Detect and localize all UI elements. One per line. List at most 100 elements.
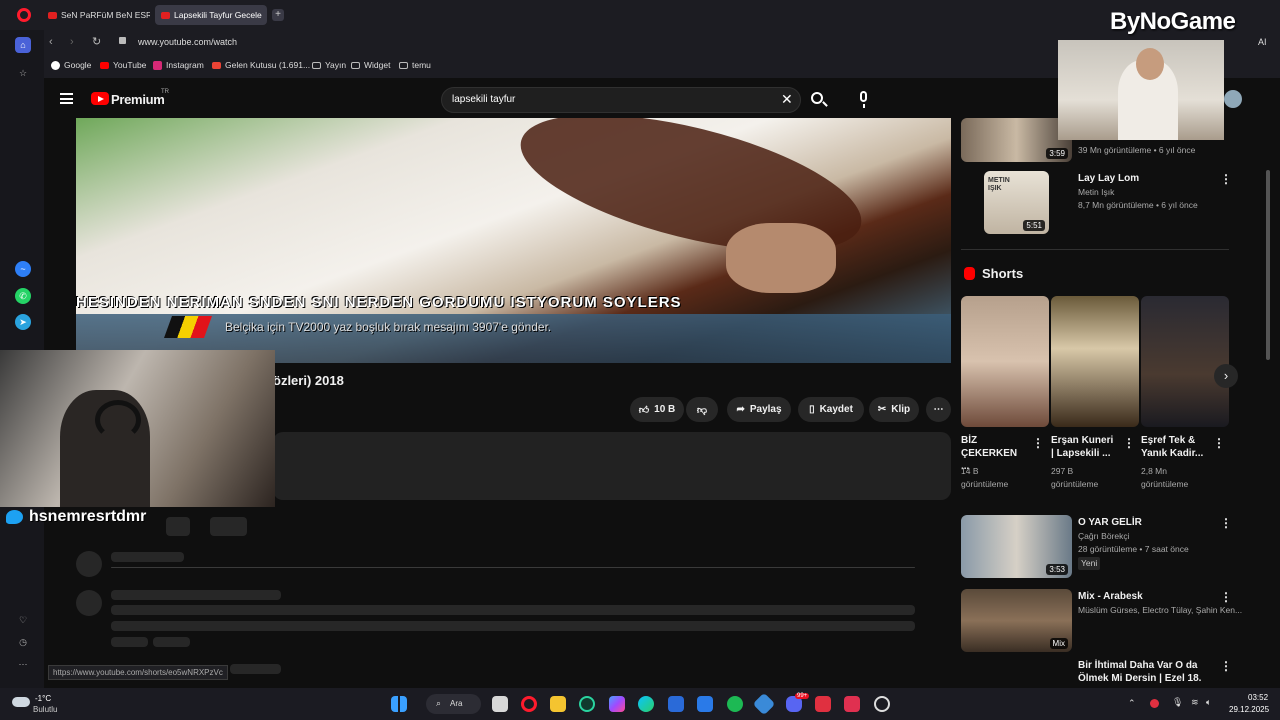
share-button[interactable]: ➦ Paylaş bbox=[727, 397, 791, 422]
home-icon[interactable]: ⌂ bbox=[15, 37, 31, 53]
star-icon[interactable]: ☆ bbox=[15, 65, 31, 81]
store-icon[interactable] bbox=[668, 696, 684, 712]
more-options-icon[interactable]: ⋮ bbox=[1220, 590, 1232, 604]
chevron-up-icon[interactable]: ⌃ bbox=[1128, 698, 1136, 709]
more-thumb-2[interactable]: Mix bbox=[961, 589, 1072, 652]
more-thumb-1[interactable]: 3:53 bbox=[961, 515, 1072, 578]
more-actions-button[interactable]: ⋯ bbox=[926, 397, 951, 422]
more-channel-1[interactable]: Çağrı Börekçi bbox=[1078, 530, 1130, 543]
short-views-1: 14 B bbox=[961, 466, 979, 476]
app-icon[interactable] bbox=[874, 696, 890, 712]
more-title-2[interactable]: Mix - Arabesk bbox=[1078, 590, 1143, 603]
tab-2-active[interactable]: Lapsekili Tayfur Gecele bbox=[155, 5, 267, 25]
clock-time[interactable]: 03:52 bbox=[1248, 693, 1268, 702]
edge-icon[interactable] bbox=[638, 696, 654, 712]
scrollbar[interactable] bbox=[1266, 170, 1270, 360]
windows-start-icon[interactable] bbox=[391, 696, 407, 712]
thumb-text: METIN IŞIK bbox=[988, 177, 1010, 192]
bookmark-widget[interactable]: Widget bbox=[351, 60, 390, 70]
short-thumb-3[interactable] bbox=[1141, 296, 1229, 427]
bookmark-temu[interactable]: temu bbox=[399, 60, 431, 70]
bookmark-youtube[interactable]: YouTube bbox=[100, 60, 146, 70]
short-title-3[interactable]: Eşref Tek & Yanık Kadir... bbox=[1141, 434, 1207, 460]
youtube-logo-icon[interactable] bbox=[91, 92, 109, 105]
more-options-icon[interactable]: ⋮ bbox=[1220, 516, 1232, 530]
opera-logo[interactable] bbox=[17, 8, 31, 22]
tab-1-label: SeN PaRFüM BeN ESRaR bbox=[61, 10, 150, 20]
youtube-icon bbox=[100, 61, 109, 69]
avatar[interactable] bbox=[1224, 90, 1242, 108]
watermark-logo: ByNoGame bbox=[1110, 8, 1236, 35]
short-thumb-1[interactable] bbox=[961, 296, 1049, 427]
ai-label[interactable]: AI bbox=[1258, 37, 1267, 47]
webcam-overlay bbox=[0, 350, 275, 507]
taskbar-search[interactable]: ⌕ Ara bbox=[426, 694, 481, 714]
app-icon[interactable] bbox=[579, 696, 595, 712]
more-options-icon[interactable]: ⋮ bbox=[1213, 436, 1225, 450]
clip-button[interactable]: ✂ Klip bbox=[869, 397, 919, 422]
wifi-icon[interactable]: ≋ bbox=[1191, 697, 1199, 708]
app-icon[interactable] bbox=[815, 696, 831, 712]
new-tab-button[interactable]: + bbox=[272, 9, 284, 21]
file-explorer-icon[interactable] bbox=[550, 696, 566, 712]
weather-desc: Bulutlu bbox=[33, 705, 58, 714]
mic-icon[interactable]: 🎙︎ bbox=[1172, 697, 1183, 708]
more-channel-2[interactable]: Müslüm Gürses, Electro Tülay, Şahin Ken.… bbox=[1078, 604, 1242, 617]
tray-icon[interactable] bbox=[1150, 699, 1159, 708]
like-button[interactable]: 👍︎ 10 B bbox=[630, 397, 684, 422]
premium-logo[interactable]: Premium bbox=[111, 92, 165, 107]
bookmark-gmail[interactable]: Gelen Kutusu (1.691... bbox=[212, 60, 310, 70]
more-title-1[interactable]: O YAR GELİR bbox=[1078, 516, 1142, 529]
tab-1[interactable]: SeN PaRFüM BeN ESRaR bbox=[42, 5, 150, 25]
forward-icon[interactable]: › bbox=[70, 36, 74, 48]
search-input[interactable]: lapsekili tayfur bbox=[452, 94, 515, 105]
shorts-next-button[interactable]: › bbox=[1214, 364, 1238, 388]
opera-icon[interactable] bbox=[521, 696, 537, 712]
more-options-icon[interactable]: ⋮ bbox=[1123, 436, 1135, 450]
volume-icon[interactable]: 🔈︎ bbox=[1206, 697, 1211, 708]
heart-icon[interactable]: ♡ bbox=[15, 612, 31, 628]
mic-icon-stand bbox=[863, 104, 865, 108]
whatsapp-icon[interactable]: ✆ bbox=[15, 288, 31, 304]
clear-icon[interactable]: ✕ bbox=[781, 91, 793, 108]
bookmark-instagram[interactable]: Instagram bbox=[153, 60, 204, 70]
mail-icon[interactable] bbox=[697, 696, 713, 712]
history-icon[interactable]: ◷ bbox=[15, 634, 31, 650]
search-box[interactable]: lapsekili tayfur ✕ bbox=[441, 87, 801, 113]
related-channel[interactable]: Metin Işık bbox=[1078, 186, 1114, 199]
skeleton-bar bbox=[111, 605, 915, 615]
more-options-icon[interactable]: ⋮ bbox=[1032, 436, 1044, 450]
back-icon[interactable]: ‹ bbox=[49, 36, 53, 48]
more-options-icon[interactable]: ⋮ bbox=[1220, 659, 1232, 673]
related-thumb-2[interactable]: METIN IŞIK 5:51 bbox=[984, 171, 1049, 234]
description-box[interactable] bbox=[273, 432, 951, 500]
save-button[interactable]: ▯ Kaydet bbox=[798, 397, 864, 422]
clock-date[interactable]: 29.12.2025 bbox=[1229, 705, 1269, 714]
more-icon[interactable]: ⋯ bbox=[15, 656, 31, 672]
short-title-2[interactable]: Erşan Kuneri | Lapsekili ... bbox=[1051, 434, 1117, 460]
reload-icon[interactable]: ↻ bbox=[92, 35, 101, 48]
messenger-icon[interactable]: ~ bbox=[15, 261, 31, 277]
app-icon[interactable] bbox=[844, 696, 860, 712]
weather-temp[interactable]: -1°C bbox=[35, 694, 51, 703]
telegram-icon[interactable]: ➤ bbox=[15, 314, 31, 330]
dislike-button[interactable]: 👎︎ bbox=[686, 397, 718, 422]
folder-icon bbox=[312, 61, 321, 69]
app-icon[interactable] bbox=[609, 696, 625, 712]
url-text[interactable]: www.youtube.com/watch bbox=[138, 37, 237, 47]
spotify-icon[interactable] bbox=[727, 696, 743, 712]
bookmark-google[interactable]: Google bbox=[51, 60, 91, 70]
cloud-icon bbox=[12, 697, 30, 707]
google-icon bbox=[51, 60, 60, 70]
menu-icon[interactable] bbox=[60, 93, 73, 104]
youtube-icon bbox=[48, 11, 57, 19]
related-title[interactable]: Lay Lay Lom bbox=[1078, 172, 1139, 185]
mic-icon[interactable] bbox=[860, 91, 867, 102]
bookmark-yayin[interactable]: Yayın bbox=[312, 60, 346, 70]
status-url: https://www.youtube.com/shorts/eo5wNRXPz… bbox=[48, 665, 228, 680]
task-view-icon[interactable] bbox=[492, 696, 508, 712]
short-thumb-2[interactable] bbox=[1051, 296, 1139, 427]
more-title-3[interactable]: Bir İhtimal Daha Var O da Ölmek Mi Dersi… bbox=[1078, 659, 1218, 683]
more-options-icon[interactable]: ⋮ bbox=[1220, 172, 1232, 186]
related-thumb-1[interactable]: 3:59 bbox=[961, 118, 1072, 162]
